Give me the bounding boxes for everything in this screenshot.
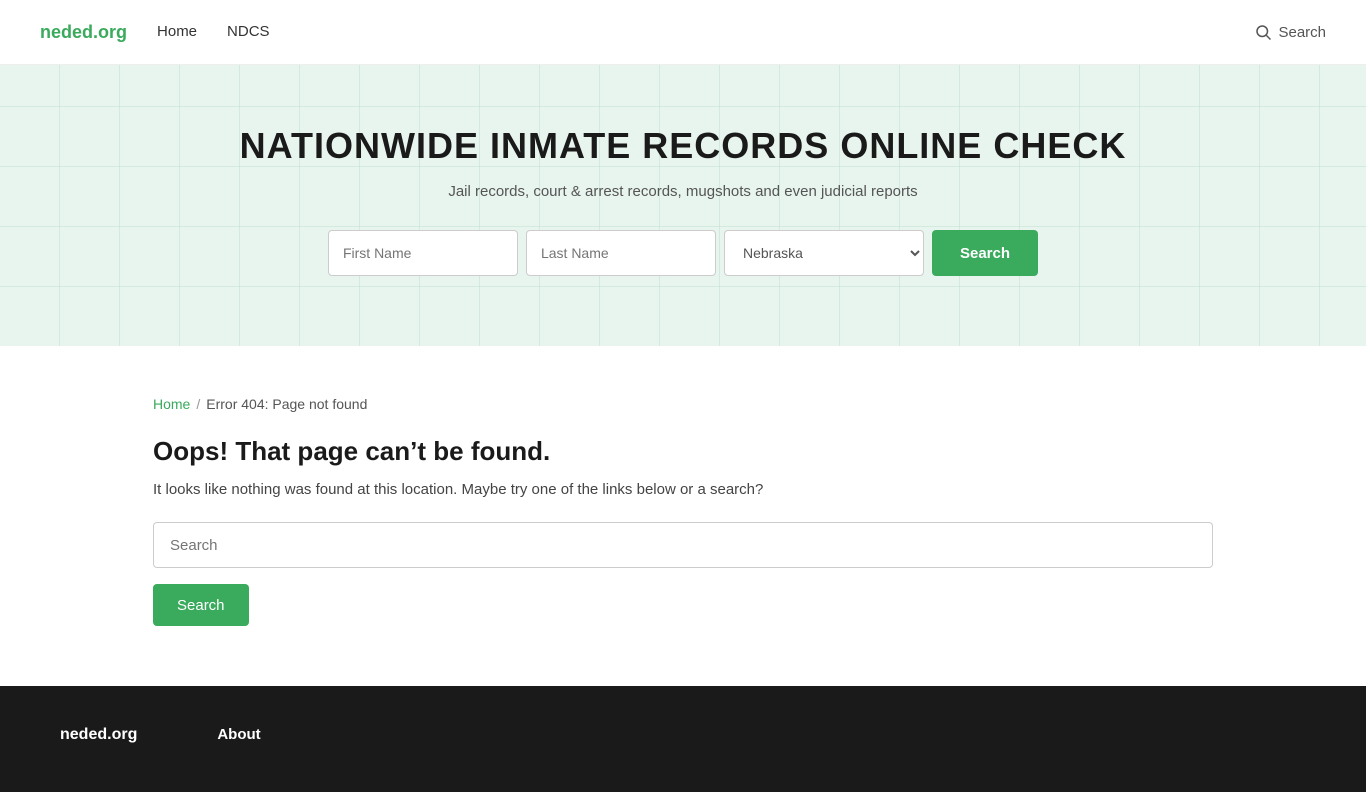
state-select[interactable]: AlabamaAlaskaArizonaArkansasCaliforniaCo… [724, 230, 924, 276]
nav-search-label: Search [1278, 24, 1326, 41]
nav-item-ndcs[interactable]: NDCS [227, 23, 270, 41]
navbar: neded.org Home NDCS Search [0, 0, 1366, 65]
main-content: Home / Error 404: Page not found Oops! T… [113, 346, 1253, 686]
footer-inner: neded.org About [60, 726, 1306, 752]
nav-search-button[interactable]: Search [1254, 23, 1326, 41]
footer-about-col: About [217, 726, 260, 752]
content-search-input[interactable] [153, 522, 1213, 568]
last-name-input[interactable] [526, 230, 716, 276]
error-title: Oops! That page can’t be found. [153, 436, 1213, 467]
breadcrumb-separator: / [196, 396, 200, 412]
first-name-input[interactable] [328, 230, 518, 276]
content-search-button[interactable]: Search [153, 584, 249, 626]
hero-subtitle: Jail records, court & arrest records, mu… [20, 183, 1346, 200]
hero-title: NATIONWIDE INMATE RECORDS ONLINE CHECK [20, 125, 1346, 167]
breadcrumb: Home / Error 404: Page not found [153, 396, 1213, 412]
breadcrumb-current: Error 404: Page not found [206, 396, 367, 412]
footer-brand-col: neded.org [60, 726, 137, 752]
nav-link-home[interactable]: Home [157, 23, 197, 40]
footer-about-heading: About [217, 726, 260, 743]
error-description: It looks like nothing was found at this … [153, 481, 1213, 498]
nav-links: Home NDCS [157, 23, 270, 41]
hero-form: AlabamaAlaskaArizonaArkansasCaliforniaCo… [20, 230, 1346, 276]
footer: neded.org About [0, 686, 1366, 792]
footer-brand: neded.org [60, 726, 137, 744]
nav-item-home[interactable]: Home [157, 23, 197, 41]
nav-link-ndcs[interactable]: NDCS [227, 23, 270, 40]
search-icon [1254, 23, 1272, 41]
breadcrumb-home[interactable]: Home [153, 396, 190, 412]
brand-link[interactable]: neded.org [40, 22, 127, 43]
hero-section: NATIONWIDE INMATE RECORDS ONLINE CHECK J… [0, 65, 1366, 346]
hero-search-button[interactable]: Search [932, 230, 1038, 276]
